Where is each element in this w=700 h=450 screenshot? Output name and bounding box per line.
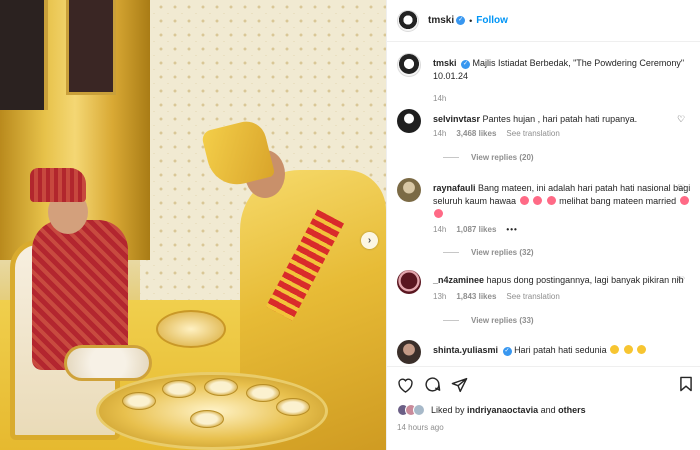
see-translation-link[interactable]: See translation (506, 129, 559, 138)
crying-emoji-icon (519, 196, 529, 205)
caption: tmski ✓ Majlis Istiadat Berbedak, "The P… (397, 53, 695, 103)
separator-dot: • (469, 15, 473, 26)
comment-text: hapus dong postingannya, lagi banyak pik… (486, 275, 684, 285)
liked-by-text: Liked by indriyanaoctavia and others (431, 405, 586, 415)
view-replies-label: View replies (33) (471, 316, 534, 325)
small-tray (156, 310, 226, 348)
more-options-icon[interactable]: ••• (506, 225, 517, 234)
avatar[interactable] (397, 53, 421, 77)
heart-icon[interactable] (397, 377, 414, 393)
heart-icon[interactable]: ♡ (677, 114, 687, 124)
comment: shinta.yuliasmi ✓ Hari patah hati seduni… (397, 340, 693, 365)
comment-time: 14h (433, 225, 447, 234)
comment-body: _n4zaminee hapus dong postingannya, lagi… (433, 274, 695, 287)
liked-by: Liked by indriyanaoctavia and others (397, 404, 586, 416)
replies-divider (443, 320, 459, 321)
post-timestamp: 14 hours ago (397, 423, 444, 432)
sad-emoji-icon (623, 345, 633, 354)
avatar[interactable] (397, 178, 421, 202)
comment: selvinvtasr Pantes hujan , hari patah ha… (397, 109, 693, 169)
post-username[interactable]: tmski (428, 15, 454, 26)
comment: raynafauli Bang mateen, ini adalah hari … (397, 178, 693, 266)
caption-username[interactable]: tmski (433, 58, 457, 68)
next-image-button[interactable]: › (361, 232, 378, 249)
chevron-right-icon: › (367, 235, 372, 246)
comment-meta: 14h 1,087 likes ••• (433, 225, 518, 234)
comment-icon[interactable] (424, 376, 441, 393)
comment-likes[interactable]: 1,843 likes (456, 292, 496, 301)
tray-dish (204, 378, 238, 396)
follow-button[interactable]: Follow (476, 15, 508, 26)
share-icon[interactable] (451, 377, 468, 393)
bookmark-icon[interactable] (679, 376, 693, 392)
tray-dish (276, 398, 310, 416)
tray-dish (122, 392, 156, 410)
verified-badge-icon: ✓ (456, 16, 466, 25)
liked-by-others[interactable]: others (558, 405, 586, 415)
comment-text: Hari patah hati sedunia (514, 345, 607, 355)
tray-dish (190, 410, 224, 428)
view-replies-label: View replies (20) (471, 153, 534, 162)
tray-dish (162, 380, 196, 398)
avatar[interactable] (397, 9, 419, 32)
avatar[interactable] (397, 340, 421, 364)
sad-emoji-icon (610, 345, 620, 354)
avatar[interactable] (397, 270, 421, 294)
comment-meta: 14h 3,468 likes See translation (433, 129, 560, 138)
crying-emoji-icon (434, 209, 443, 218)
crying-emoji-icon (533, 196, 543, 205)
view-replies-button[interactable]: View replies (32) (443, 248, 534, 257)
heart-icon[interactable]: ♡ (677, 275, 687, 285)
comment-time: 14h (433, 129, 447, 138)
cushion (64, 345, 152, 381)
comment-text: Pantes hujan , hari patah hati rupanya. (482, 114, 638, 124)
verified-badge-icon: ✓ (461, 60, 471, 69)
see-translation-link[interactable]: See translation (506, 292, 559, 301)
pillar-panel (66, 0, 116, 95)
post-header: tmski ✓ • Follow (387, 0, 700, 42)
liked-by-and: and (540, 405, 556, 415)
pillar-panel (0, 0, 48, 110)
avatar[interactable] (413, 404, 425, 416)
comment-username[interactable]: shinta.yuliasmi (433, 345, 498, 355)
caption-body: tmski ✓ Majlis Istiadat Berbedak, "The P… (433, 57, 695, 83)
liked-by-user[interactable]: indriyanaoctavia (467, 405, 538, 415)
post-photo[interactable]: › (0, 0, 386, 450)
view-replies-button[interactable]: View replies (33) (443, 316, 534, 325)
crying-emoji-icon (679, 196, 689, 205)
view-replies-button[interactable]: View replies (20) (443, 153, 534, 162)
comment: _n4zaminee hapus dong postingannya, lagi… (397, 270, 693, 334)
seated-figure-headdress (30, 168, 86, 202)
comment-username[interactable]: raynafauli (433, 183, 476, 193)
heart-icon[interactable]: ♡ (677, 183, 687, 193)
caption-text: Majlis Istiadat Berbedak, "The Powdering… (433, 58, 685, 81)
action-bar (387, 366, 700, 402)
comment-meta: 13h 1,843 likes See translation (433, 292, 560, 301)
comment-body: shinta.yuliasmi ✓ Hari patah hati seduni… (433, 344, 695, 357)
replies-divider (443, 157, 459, 158)
verified-badge-icon: ✓ (502, 347, 512, 356)
sad-emoji-icon (637, 345, 647, 354)
comments-list[interactable]: tmski ✓ Majlis Istiadat Berbedak, "The P… (387, 43, 700, 365)
post-side-panel: tmski ✓ • Follow tmski ✓ Majlis Istiadat… (386, 0, 700, 450)
avatar[interactable] (397, 109, 421, 133)
view-replies-label: View replies (32) (471, 248, 534, 257)
comment-body: selvinvtasr Pantes hujan , hari patah ha… (433, 113, 695, 126)
comment-body: raynafauli Bang mateen, ini adalah hari … (433, 182, 695, 221)
comment-text-tail: melihat bang mateen married (559, 196, 677, 206)
tray-dish (246, 384, 280, 402)
comment-username[interactable]: selvinvtasr (433, 114, 480, 124)
comment-username[interactable]: _n4zaminee (433, 275, 484, 285)
comment-likes[interactable]: 1,087 likes (456, 225, 496, 234)
comment-time: 13h (433, 292, 447, 301)
caption-meta: 14h (433, 94, 446, 103)
caption-time: 14h (433, 94, 447, 103)
liked-by-prefix: Liked by (431, 405, 465, 415)
replies-divider (443, 252, 459, 253)
comment-likes[interactable]: 3,468 likes (456, 129, 496, 138)
crying-emoji-icon (546, 196, 556, 205)
